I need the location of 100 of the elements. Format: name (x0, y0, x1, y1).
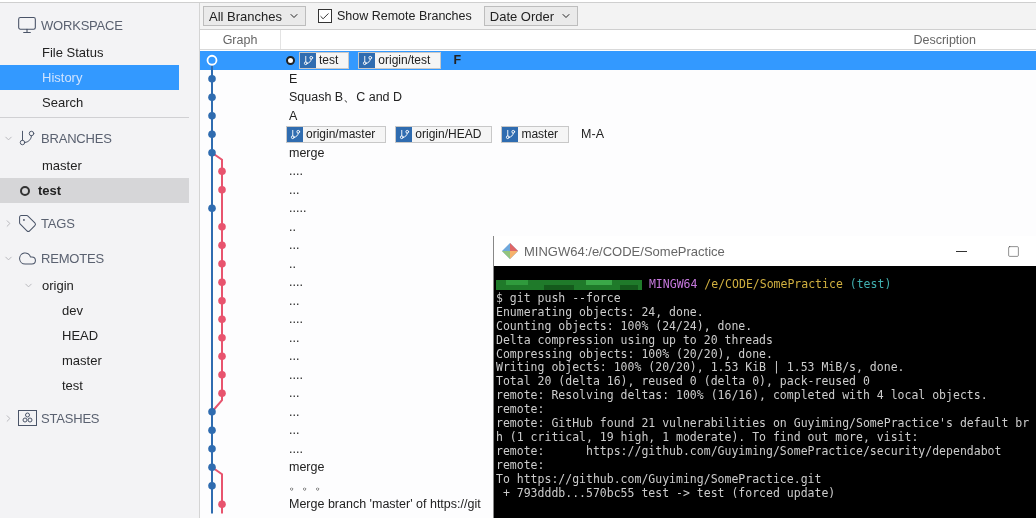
current-branch-icon (20, 185, 30, 196)
commit-message: F (453, 53, 461, 68)
commit-message: E (289, 71, 298, 86)
commit-message: ..... (289, 201, 307, 216)
commit-node[interactable] (218, 389, 226, 398)
terminal-line: Compressing objects: 100% (20/20), done. (496, 347, 774, 362)
checkbox-label[interactable]: Show Remote Branches (337, 9, 472, 23)
commit-node[interactable] (218, 222, 226, 231)
terminal-line: remote: GitHub found 21 vulnerabilities on Guyiming/SomePractice's default br (496, 417, 1031, 431)
section-title[interactable]: STASHES (41, 410, 100, 426)
section-title[interactable]: REMOTES (41, 250, 104, 266)
commit-message: .. (289, 256, 296, 271)
branch-tag[interactable]: test (299, 51, 350, 69)
branch-icon (18, 129, 36, 147)
terminal-line: Counting objects: 100% (24/24), done. (496, 319, 754, 334)
sidebar-item[interactable]: test (0, 373, 189, 398)
commit-row[interactable]: E (200, 69, 1036, 88)
commit-message: .... (289, 164, 303, 179)
commit-node[interactable] (218, 167, 226, 176)
commit-node[interactable] (218, 259, 226, 268)
checkbox[interactable] (318, 9, 332, 23)
sidebar-item[interactable]: master (0, 153, 189, 178)
commit-node[interactable] (218, 241, 226, 250)
remote-item[interactable]: origin (0, 273, 189, 298)
commit-node[interactable] (218, 352, 226, 361)
terminal-line: remote: https://github.com/Guyiming/SomePractice/security/dependabot (496, 444, 1003, 459)
branch-tag[interactable]: origin/master (286, 125, 387, 143)
terminal-line: remote: Resolving deltas: 100% (16/16), completed with 4 local objects. (496, 389, 989, 404)
commit-node[interactable] (206, 54, 218, 66)
branch-icon (289, 128, 301, 140)
commit-node[interactable] (208, 74, 216, 83)
column-header[interactable]: Description (913, 32, 976, 47)
commit-node[interactable] (208, 444, 216, 453)
branch-tag[interactable]: origin/test (358, 51, 442, 69)
sidebar-item[interactable]: File Status (0, 40, 189, 65)
section-title[interactable]: TAGS (41, 215, 75, 231)
terminal-line: Total 20 (delta 16), reused 0 (delta 0), pack-reused 0 (496, 375, 871, 389)
commit-row[interactable]: origin/master origin/HEAD master M-A (200, 125, 1036, 144)
commit-node[interactable] (208, 148, 216, 157)
commit-node[interactable] (208, 407, 216, 416)
commit-node[interactable] (218, 315, 226, 324)
commit-message: ... (289, 182, 300, 197)
commit-row[interactable]: test origin/test F (200, 51, 1036, 70)
branch-icon (504, 128, 516, 140)
commit-node[interactable] (218, 333, 226, 342)
terminal-line: Delta compression using up to 20 threads (496, 333, 774, 348)
terminal-line: Writing objects: 100% (20/20), 1.53 KiB | 1.53 MiB/s, done. (496, 361, 906, 375)
sidebar-item[interactable]: test (0, 178, 189, 203)
commit-row[interactable]: .... (200, 162, 1036, 181)
commit-node[interactable] (218, 500, 226, 509)
order-dropdown[interactable]: Date Order (483, 6, 579, 26)
commit-node[interactable] (218, 370, 226, 379)
terminal-line: + 793dddb...570bc55 test -> test (forced update) (501, 486, 837, 501)
column-header[interactable]: Graph (222, 32, 258, 47)
commit-row[interactable]: A (200, 106, 1036, 125)
commit-row[interactable]: Squash B、C and D (200, 88, 1036, 107)
prompt-system: MINGW64 (648, 278, 698, 292)
commit-message: Merge branch 'master' of https://git (289, 497, 481, 512)
commit-message: M-A (581, 127, 604, 142)
commit-row[interactable]: ..... (200, 199, 1036, 218)
commit-node[interactable] (208, 204, 216, 213)
commit-node[interactable] (218, 185, 226, 194)
window-title: MINGW64:/e/CODE/SomePractice (524, 243, 726, 259)
commit-message: Squash B、C and D (289, 88, 403, 106)
commit-node[interactable] (208, 481, 216, 490)
terminal-line: remote: (496, 403, 546, 418)
commit-message: A (289, 108, 298, 123)
branch-icon (398, 128, 410, 140)
terminal-line: $ git push --force (496, 291, 622, 306)
terminal-line: remote: (496, 458, 546, 473)
stash-icon (17, 410, 37, 426)
terminal-line: h (1 critical, 19 high, 1 moderate). To find out more, visit: (496, 430, 919, 445)
branch-tag[interactable]: master (501, 125, 570, 143)
branch-icon (361, 54, 373, 66)
sidebar-item[interactable]: Search (0, 90, 189, 115)
commit-node[interactable] (208, 463, 216, 472)
prompt-branch: (test) (849, 278, 892, 292)
branch-icon (302, 54, 314, 66)
branch-filter-dropdown[interactable]: All Branches (203, 6, 306, 26)
commit-row[interactable]: ... (200, 180, 1036, 199)
sidebar-item[interactable]: master (0, 348, 189, 373)
monitor-icon (17, 15, 37, 35)
git-logo-icon (502, 243, 518, 259)
sidebar-item[interactable]: dev (0, 298, 189, 323)
tag-icon (17, 213, 37, 233)
terminal-line: Enumerating objects: 24, done. (496, 305, 705, 320)
commit-row[interactable]: .. (200, 217, 1036, 236)
section-title[interactable]: WORKSPACE (41, 17, 123, 33)
sidebar-item[interactable]: HEAD (0, 323, 189, 348)
commit-node[interactable] (218, 278, 226, 287)
section-title[interactable]: BRANCHES (41, 130, 112, 146)
commit-node[interactable] (208, 93, 216, 102)
commit-node[interactable] (208, 130, 216, 139)
branch-tag[interactable]: origin/HEAD (395, 125, 493, 143)
commit-row[interactable]: merge (200, 143, 1036, 162)
commit-node[interactable] (218, 296, 226, 305)
maximize-icon (1006, 244, 1020, 258)
commit-message: .. (289, 219, 296, 234)
commit-node[interactable] (208, 111, 216, 120)
commit-node[interactable] (208, 426, 216, 435)
